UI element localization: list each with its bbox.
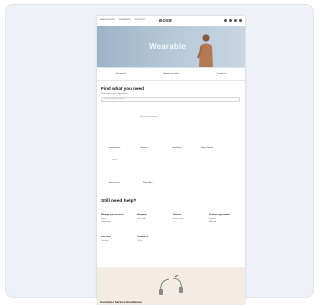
hero-title: Wearable xyxy=(149,42,187,51)
promo-title: Customer Service Excellence xyxy=(100,300,142,304)
category-accessories[interactable]: Accessories xyxy=(109,182,120,185)
column-heading: Live chat xyxy=(101,236,111,238)
heart-icon[interactable] xyxy=(234,19,237,22)
category-speakers[interactable]: Speakers xyxy=(140,147,148,150)
search-placeholder: Search by product name xyxy=(105,98,125,100)
cart-icon[interactable] xyxy=(239,19,242,22)
category-headphones[interactable]: Headphones xyxy=(109,147,120,150)
hero-person-image xyxy=(197,34,213,68)
headphones-illustration xyxy=(159,275,183,295)
user-icon[interactable] xyxy=(229,19,232,22)
column-link[interactable]: Chat now xyxy=(101,240,109,243)
nav-icons xyxy=(224,19,242,22)
search-icon[interactable] xyxy=(224,19,227,22)
tab-contact-us[interactable]: Contact us xyxy=(217,73,227,76)
column-link[interactable]: Call us xyxy=(137,240,143,243)
category-home-theater[interactable]: Home theater xyxy=(201,147,213,150)
tab-register-product[interactable]: Register a product xyxy=(163,73,179,76)
column-link[interactable]: Start a return xyxy=(173,218,184,221)
nav-link-headphones[interactable]: HEADPHONES xyxy=(100,19,115,22)
category-soundbars[interactable]: Soundbars xyxy=(172,147,182,150)
category-divider xyxy=(112,159,117,160)
support-tabs: Get started Register a product Contact u… xyxy=(97,68,245,81)
promo-banner: Customer Service Excellence xyxy=(97,267,245,305)
page-thumbnail[interactable]: HEADPHONES SPEAKERS SUPPORT BOSE Wearabl… xyxy=(97,16,245,305)
column-heading: Shipping xyxy=(137,214,147,216)
product-search-input[interactable]: Search by product name xyxy=(101,97,240,102)
brand-logo[interactable]: BOSE xyxy=(159,18,172,23)
column-heading: Contact us xyxy=(137,236,149,238)
nav-links: HEADPHONES SPEAKERS SUPPORT xyxy=(100,19,145,22)
hero-banner: Wearable xyxy=(97,26,245,68)
column-link[interactable]: Warranty xyxy=(209,221,216,224)
column-link[interactable]: Order status xyxy=(101,221,111,224)
category-wearables[interactable]: Wearables xyxy=(143,182,153,185)
help-subtitle: Search for support by product xyxy=(101,93,128,95)
category-hint: Browse by category xyxy=(140,116,158,118)
column-heading: Product registration xyxy=(209,214,230,216)
preview-card: HEADPHONES SPEAKERS SUPPORT BOSE Wearabl… xyxy=(5,4,314,305)
column-link[interactable]: Track order xyxy=(137,218,146,221)
nav-link-speakers[interactable]: SPEAKERS xyxy=(119,19,131,22)
tab-get-started[interactable]: Get started xyxy=(116,73,126,76)
nav-link-support[interactable]: SUPPORT xyxy=(135,19,145,22)
help-heading: Find what you need xyxy=(101,86,144,91)
column-heading: Manage your account xyxy=(101,214,124,216)
more-help-heading: Still need help? xyxy=(101,199,137,204)
column-heading: Returns xyxy=(173,214,182,216)
